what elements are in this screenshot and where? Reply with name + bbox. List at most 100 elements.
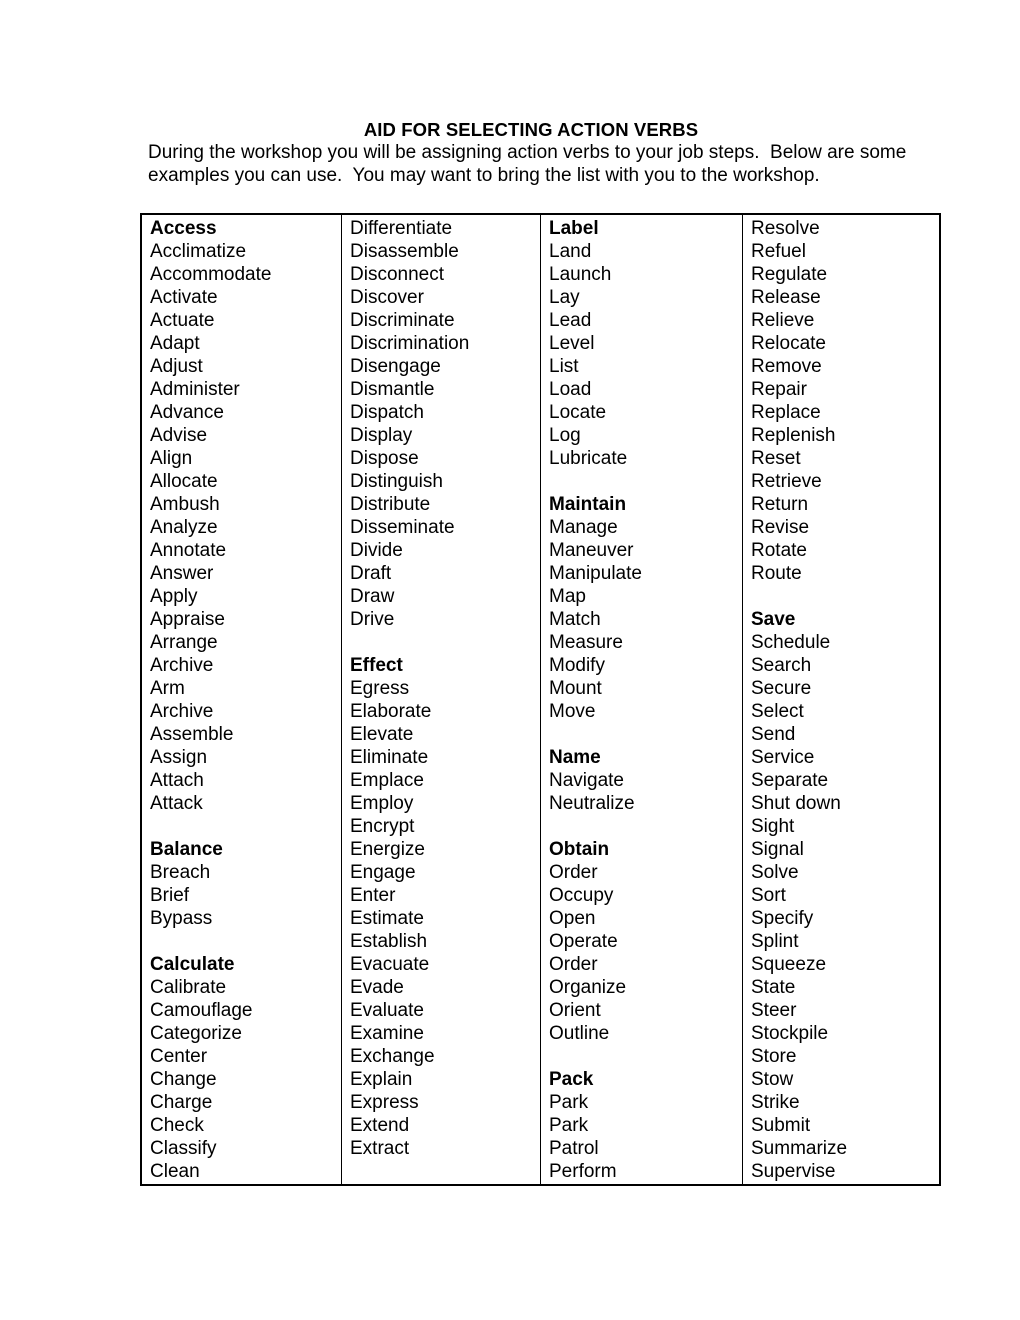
verb-item: Refuel bbox=[751, 241, 806, 262]
verb-item: Manage bbox=[549, 517, 618, 538]
verb-item: Supervise bbox=[751, 1161, 836, 1182]
verb-item: Appraise bbox=[150, 609, 225, 630]
verb-item: Elevate bbox=[350, 724, 414, 745]
verb-item: Occupy bbox=[549, 885, 614, 906]
verb-item: Order bbox=[549, 862, 598, 883]
verb-item: Arm bbox=[150, 678, 185, 699]
verb-item: Steer bbox=[751, 1000, 797, 1021]
verb-item: Signal bbox=[751, 839, 804, 860]
verb-item: Locate bbox=[549, 402, 607, 423]
verb-column-1: Access Acclimatize Accommodate Activate Actu… bbox=[141, 214, 342, 1185]
verb-item: Service bbox=[751, 747, 815, 768]
verb-column-4-list: Resolve Refuel Regulate Release Relieve Reloc… bbox=[743, 215, 939, 1184]
verb-item: Manipulate bbox=[549, 563, 642, 584]
verb-item: Load bbox=[549, 379, 592, 400]
verb-item: Rotate bbox=[751, 540, 807, 561]
verb-item: Summarize bbox=[751, 1138, 848, 1159]
verb-item: Relocate bbox=[751, 333, 826, 354]
verb-item: Obtain bbox=[549, 839, 610, 860]
verb-item: Evaluate bbox=[350, 1000, 424, 1021]
verb-item: Land bbox=[549, 241, 592, 262]
verb-item: Change bbox=[150, 1069, 217, 1090]
verb-column-4: Resolve Refuel Regulate Release Relieve Reloc… bbox=[742, 214, 940, 1185]
verb-column-3-list: Label Land Launch Lay Lead Level List Load Locat… bbox=[541, 215, 742, 1184]
verb-item: Dispose bbox=[350, 448, 419, 469]
verb-item: Extend bbox=[350, 1115, 410, 1136]
verb-item: Estimate bbox=[350, 908, 424, 929]
verb-item: Separate bbox=[751, 770, 829, 791]
verb-item: Park bbox=[549, 1115, 589, 1136]
verb-spacer bbox=[150, 930, 341, 953]
verb-item: Repair bbox=[751, 379, 807, 400]
verb-item: Attach bbox=[150, 770, 204, 791]
action-verbs-table: Access Acclimatize Accommodate Activate Actu… bbox=[140, 213, 941, 1186]
verb-spacer bbox=[150, 815, 341, 838]
verb-item: Clean bbox=[150, 1161, 200, 1182]
verb-item: Return bbox=[751, 494, 809, 515]
verb-item: Assemble bbox=[150, 724, 234, 745]
verb-item: Bypass bbox=[150, 908, 213, 929]
verb-item: Energize bbox=[350, 839, 425, 860]
verb-item: Assign bbox=[150, 747, 208, 768]
verb-item: State bbox=[751, 977, 796, 998]
verb-item: Revise bbox=[751, 517, 810, 538]
verb-item: Modify bbox=[549, 655, 605, 676]
verb-item: Administer bbox=[150, 379, 240, 400]
verb-item: Log bbox=[549, 425, 581, 446]
verb-item: Archive bbox=[150, 701, 214, 722]
verb-item: Disconnect bbox=[350, 264, 444, 285]
verb-item: Lubricate bbox=[549, 448, 628, 469]
verb-item: Save bbox=[751, 609, 796, 630]
verb-item: List bbox=[549, 356, 579, 377]
verb-item: Mount bbox=[549, 678, 602, 699]
verb-item: Specify bbox=[751, 908, 814, 929]
verb-item: Dispatch bbox=[350, 402, 424, 423]
verb-item: Categorize bbox=[150, 1023, 242, 1044]
verb-item: Align bbox=[150, 448, 193, 469]
verb-item: Neutralize bbox=[549, 793, 635, 814]
verb-item: Distribute bbox=[350, 494, 431, 515]
verb-item: Label bbox=[549, 218, 599, 239]
verb-item: Advance bbox=[150, 402, 224, 423]
verb-item: Replace bbox=[751, 402, 821, 423]
verb-item: Draft bbox=[350, 563, 392, 584]
verb-item: Sight bbox=[751, 816, 795, 837]
verb-item: Drive bbox=[350, 609, 395, 630]
verb-item: Shut down bbox=[751, 793, 841, 814]
verb-item: Calculate bbox=[150, 954, 235, 975]
verb-spacer bbox=[549, 1045, 742, 1068]
verb-item: Name bbox=[549, 747, 601, 768]
verb-item: Engage bbox=[350, 862, 416, 883]
verb-item: Advise bbox=[150, 425, 208, 446]
verb-item: Archive bbox=[150, 655, 214, 676]
verb-item: Solve bbox=[751, 862, 799, 883]
verb-item: Remove bbox=[751, 356, 822, 377]
document-header-block: AID FOR SELECTING ACTION VERBS During th… bbox=[148, 118, 938, 187]
verb-item: Attack bbox=[150, 793, 203, 814]
verb-item: Examine bbox=[350, 1023, 424, 1044]
verb-item: Lead bbox=[549, 310, 592, 331]
verb-column-1-list: Access Acclimatize Accommodate Activate Actu… bbox=[142, 215, 341, 1184]
verb-item: Discriminate bbox=[350, 310, 455, 331]
verb-item: Activate bbox=[150, 287, 218, 308]
verb-item: Navigate bbox=[549, 770, 624, 791]
verb-item: Allocate bbox=[150, 471, 218, 492]
verb-item: Park bbox=[549, 1092, 589, 1113]
verb-column-3: Label Land Launch Lay Lead Level List Load Locat… bbox=[540, 214, 743, 1185]
verb-item: Explain bbox=[350, 1069, 413, 1090]
verb-item: Evacuate bbox=[350, 954, 430, 975]
verb-item: Acclimatize bbox=[150, 241, 247, 262]
verb-item: Move bbox=[549, 701, 596, 722]
verb-item: Secure bbox=[751, 678, 812, 699]
verb-spacer bbox=[549, 470, 742, 493]
verb-item: Search bbox=[751, 655, 812, 676]
verb-item: Emplace bbox=[350, 770, 424, 791]
verb-item: Effect bbox=[350, 655, 403, 676]
verb-spacer bbox=[751, 585, 939, 608]
verb-item: Organize bbox=[549, 977, 627, 998]
verb-item: Distinguish bbox=[350, 471, 443, 492]
verb-item: Stockpile bbox=[751, 1023, 829, 1044]
verb-item: Regulate bbox=[751, 264, 828, 285]
verb-item: Adapt bbox=[150, 333, 200, 354]
verb-item: Extract bbox=[350, 1138, 410, 1159]
